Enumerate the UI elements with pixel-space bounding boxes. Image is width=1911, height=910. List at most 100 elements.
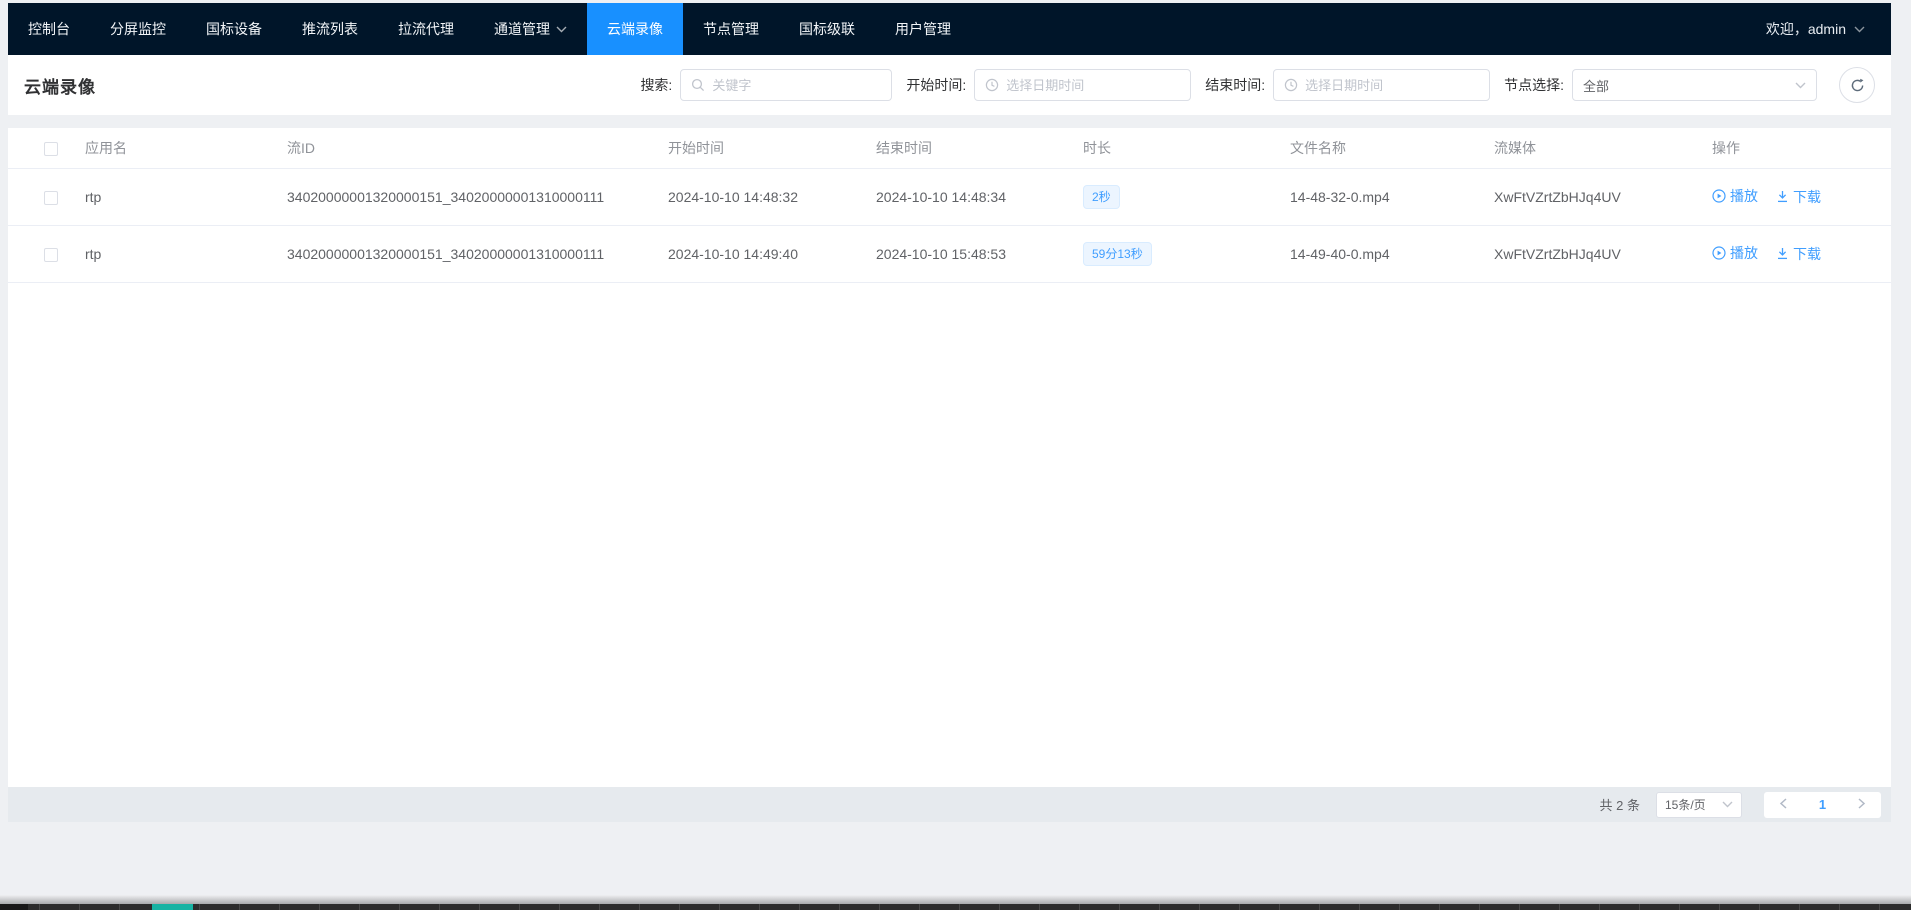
section-gap	[8, 115, 1891, 128]
page-title: 云端录像	[24, 73, 96, 98]
download-icon	[1776, 190, 1789, 203]
col-header-file-name: 文件名称	[1275, 128, 1479, 168]
col-header-start-time: 开始时间	[653, 128, 861, 168]
cell-media-server: XwFtVZrtZbHJq4UV	[1479, 168, 1697, 225]
chevron-down-icon	[556, 26, 567, 33]
download-label: 下载	[1793, 244, 1821, 264]
table-row: rtp 34020000001320000151_340200000013100…	[8, 168, 1891, 225]
nav-item-cloud-recording[interactable]: 云端录像	[587, 3, 683, 55]
nav-item-user-mgmt[interactable]: 用户管理	[875, 3, 971, 55]
prev-page-button[interactable]	[1764, 797, 1803, 812]
total-count: 共 2 条	[1600, 795, 1640, 814]
nav-item-gb-devices[interactable]: 国标设备	[186, 3, 282, 55]
nav-item-label: 国标级联	[799, 19, 855, 39]
recordings-table-card: 应用名 流ID 开始时间 结束时间 时长 文件名称 流媒体 操作 rtp 340…	[8, 128, 1891, 787]
table-row: rtp 34020000001320000151_340200000013100…	[8, 225, 1891, 282]
user-menu[interactable]: 欢迎，admin	[1740, 3, 1891, 55]
cell-start-time: 2024-10-10 14:49:40	[653, 225, 861, 282]
cell-app-name: rtp	[70, 225, 272, 282]
clock-icon	[985, 78, 999, 92]
chevron-left-icon	[1779, 798, 1788, 809]
taskbar-active-segment	[152, 904, 193, 910]
nav-item-channel-mgmt[interactable]: 通道管理	[474, 3, 587, 55]
toolbar: 云端录像 搜索: 开始时间: 结束时间: 节点选择:	[8, 55, 1891, 115]
col-header-stream-id: 流ID	[272, 128, 653, 168]
download-icon	[1776, 247, 1789, 260]
nav-item-label: 用户管理	[895, 19, 951, 39]
cell-end-time: 2024-10-10 14:48:34	[861, 168, 1068, 225]
cell-app-name: rtp	[70, 168, 272, 225]
chevron-down-icon	[1795, 82, 1806, 89]
cell-media-server: XwFtVZrtZbHJq4UV	[1479, 225, 1697, 282]
cell-end-time: 2024-10-10 15:48:53	[861, 225, 1068, 282]
col-header-media-server: 流媒体	[1479, 128, 1697, 168]
cell-file-name: 14-49-40-0.mp4	[1275, 225, 1479, 282]
row-checkbox[interactable]	[44, 248, 58, 262]
start-time-input[interactable]	[1006, 78, 1180, 93]
download-link[interactable]: 下载	[1776, 244, 1821, 264]
nav-item-label: 分屏监控	[110, 19, 166, 39]
taskbar-segment	[0, 904, 28, 910]
nav-item-label: 通道管理	[494, 19, 550, 39]
node-select-value: 全部	[1583, 76, 1609, 95]
row-checkbox[interactable]	[44, 191, 58, 205]
pagination-bar: 共 2 条 15条/页 1	[8, 787, 1891, 822]
end-time-label: 结束时间:	[1205, 75, 1265, 95]
duration-badge: 2秒	[1083, 185, 1120, 209]
pager: 1	[1764, 792, 1881, 818]
page-size-value: 15条/页	[1665, 796, 1706, 813]
end-time-input[interactable]	[1305, 78, 1479, 93]
play-link[interactable]: 播放	[1712, 243, 1758, 263]
play-label: 播放	[1730, 243, 1758, 263]
next-page-button[interactable]	[1842, 797, 1881, 812]
chevron-right-icon	[1857, 798, 1866, 809]
select-all-checkbox[interactable]	[44, 142, 58, 156]
nav-item-console[interactable]: 控制台	[8, 3, 90, 55]
download-label: 下载	[1793, 187, 1821, 207]
play-label: 播放	[1730, 186, 1758, 206]
col-header-end-time: 结束时间	[861, 128, 1068, 168]
nav-spacer	[971, 3, 1740, 55]
nav-item-label: 控制台	[28, 19, 70, 39]
col-header-duration: 时长	[1068, 128, 1275, 168]
refresh-icon	[1850, 78, 1865, 93]
search-input[interactable]	[712, 78, 881, 93]
page-size-select[interactable]: 15条/页	[1656, 792, 1742, 818]
nav-item-pull-proxy[interactable]: 拉流代理	[378, 3, 474, 55]
duration-badge: 59分13秒	[1083, 242, 1152, 266]
node-select[interactable]: 全部	[1572, 69, 1817, 101]
download-link[interactable]: 下载	[1776, 187, 1821, 207]
cell-stream-id: 34020000001320000151_3402000000131000011…	[272, 225, 653, 282]
nav-item-label: 拉流代理	[398, 19, 454, 39]
nav-item-split-screen[interactable]: 分屏监控	[90, 3, 186, 55]
taskbar[interactable]	[0, 904, 1911, 910]
nav-item-node-mgmt[interactable]: 节点管理	[683, 3, 779, 55]
chevron-down-icon	[1854, 26, 1865, 33]
clock-icon	[1284, 78, 1298, 92]
nav-item-label: 推流列表	[302, 19, 358, 39]
play-link[interactable]: 播放	[1712, 186, 1758, 206]
cell-file-name: 14-48-32-0.mp4	[1275, 168, 1479, 225]
nav-item-gb-cascade[interactable]: 国标级联	[779, 3, 875, 55]
top-nav: 控制台 分屏监控 国标设备 推流列表 拉流代理 通道管理 云端录像 节点管理 国…	[8, 3, 1891, 55]
cell-start-time: 2024-10-10 14:48:32	[653, 168, 861, 225]
search-input-wrapper	[680, 69, 892, 101]
node-select-label: 节点选择:	[1504, 75, 1564, 95]
taskbar-shadow	[0, 895, 1911, 904]
table-header-row: 应用名 流ID 开始时间 结束时间 时长 文件名称 流媒体 操作	[8, 128, 1891, 168]
col-header-actions: 操作	[1697, 128, 1891, 168]
cell-stream-id: 34020000001320000151_3402000000131000011…	[272, 168, 653, 225]
refresh-button[interactable]	[1839, 67, 1875, 103]
app-container: 控制台 分屏监控 国标设备 推流列表 拉流代理 通道管理 云端录像 节点管理 国…	[8, 3, 1891, 822]
play-circle-icon	[1712, 189, 1726, 203]
user-greeting: 欢迎，admin	[1766, 19, 1846, 39]
nav-item-label: 国标设备	[206, 19, 262, 39]
start-time-label: 开始时间:	[906, 75, 966, 95]
start-time-picker	[974, 69, 1191, 101]
recordings-table: 应用名 流ID 开始时间 结束时间 时长 文件名称 流媒体 操作 rtp 340…	[8, 128, 1891, 283]
nav-item-push-list[interactable]: 推流列表	[282, 3, 378, 55]
nav-item-label: 节点管理	[703, 19, 759, 39]
search-icon	[691, 78, 705, 92]
page-number[interactable]: 1	[1803, 797, 1842, 812]
nav-item-label: 云端录像	[607, 19, 663, 39]
